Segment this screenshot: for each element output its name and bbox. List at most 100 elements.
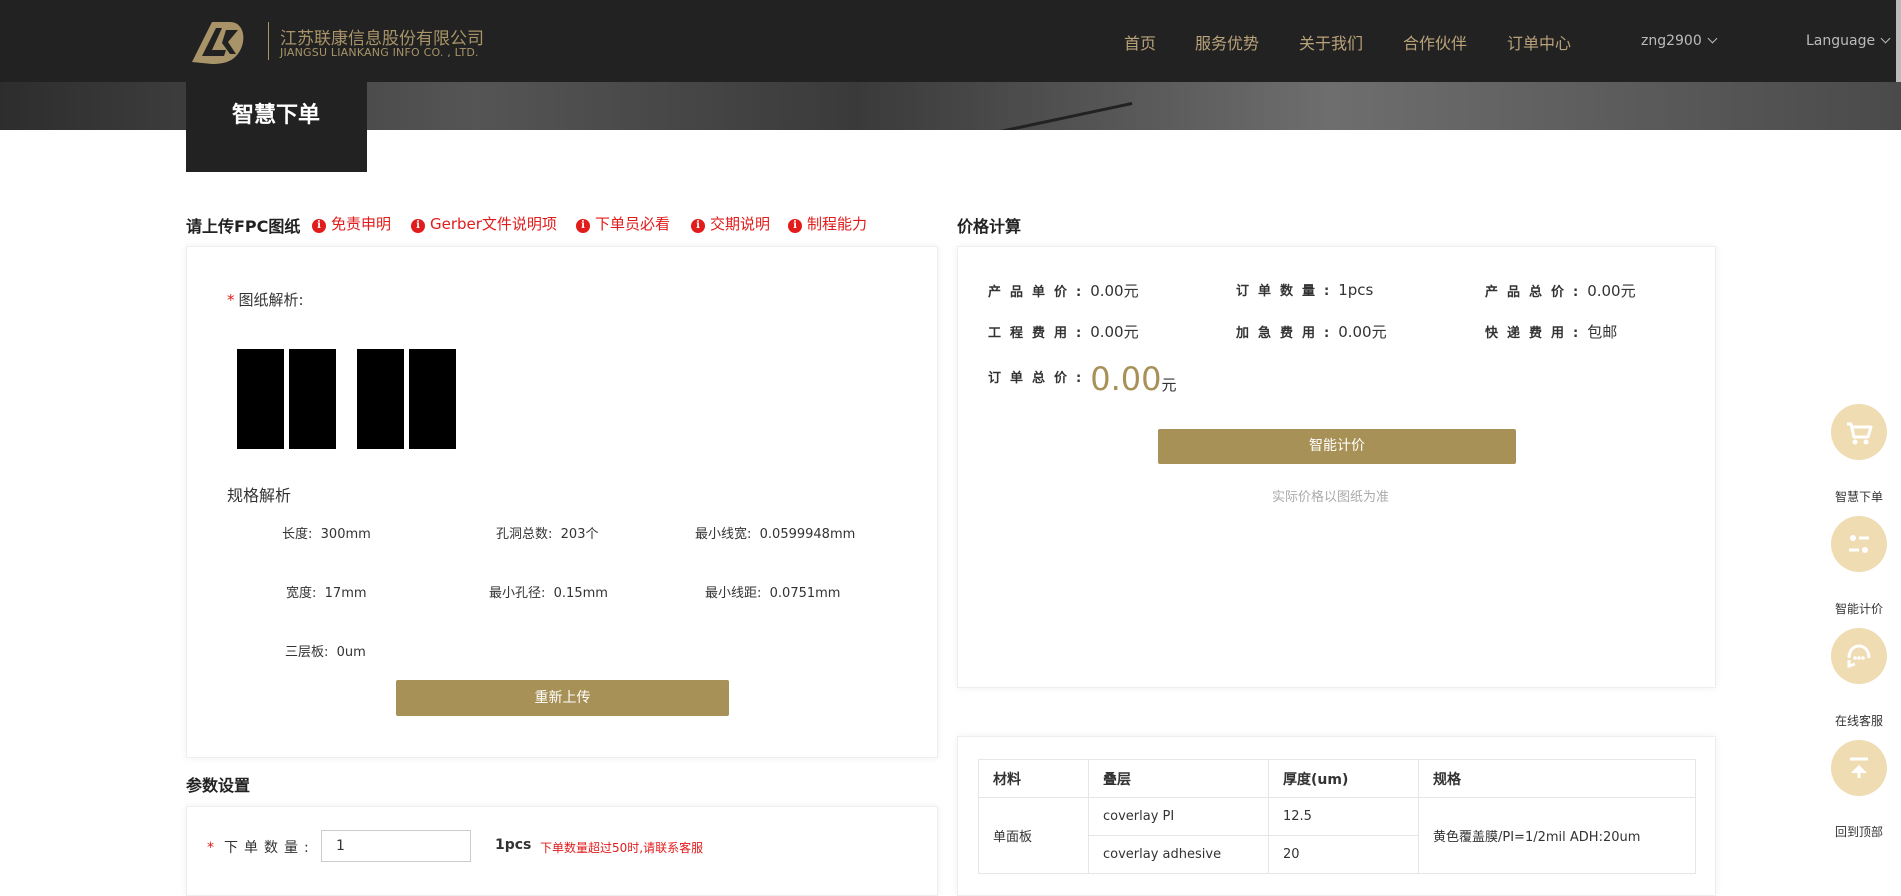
drawing-preview-layer[interactable] xyxy=(409,349,456,449)
smart-order-float-button[interactable] xyxy=(1831,404,1887,460)
spec-min-width: 最小线宽: 0.0599948mm xyxy=(695,523,855,542)
price-value: 0.00元 xyxy=(1090,323,1139,341)
price-key: 订单数量: xyxy=(1236,284,1339,299)
price-key: 订单总价: xyxy=(988,371,1091,386)
user-menu[interactable]: zng2900 xyxy=(1641,33,1718,49)
drawing-preview-layer[interactable] xyxy=(237,349,284,449)
qty-unit: 1pcs xyxy=(495,837,532,853)
link-capability[interactable]: i 制程能力 xyxy=(788,213,867,234)
link-gerber-guide[interactable]: i Gerber文件说明项 xyxy=(411,213,557,234)
language-label: Language xyxy=(1806,33,1876,49)
link-label: 制程能力 xyxy=(807,215,868,233)
nav-about[interactable]: 关于我们 xyxy=(1299,30,1363,54)
spec-key: 孔洞总数: xyxy=(496,527,553,542)
price-shipping: 快递费用:包邮 xyxy=(1485,321,1617,342)
price-value: 1pcs xyxy=(1338,281,1374,299)
material-card: 材料 叠层 厚度(um) 规格 单面板 coverlay PI 12.5 黄色覆… xyxy=(957,736,1716,896)
customer-service-float-label: 在线客服 xyxy=(1834,714,1883,728)
table-header-row: 材料 叠层 厚度(um) 规格 xyxy=(978,759,1696,798)
qty-label: * 下单数量: xyxy=(207,840,315,856)
price-count: 订单数量:1pcs xyxy=(1236,280,1373,299)
spec-key: 宽度: xyxy=(286,586,317,601)
price-card: 产品单价:0.00元 订单数量:1pcs 产品总价:0.00元 工程费用:0.0… xyxy=(957,246,1716,688)
table-cell-layer: coverlay PI xyxy=(1088,797,1269,836)
nav-home[interactable]: 首页 xyxy=(1124,30,1156,54)
price-unit: 产品单价:0.00元 xyxy=(988,280,1139,301)
price-total: 产品总价:0.00元 xyxy=(1485,280,1636,301)
nav-services[interactable]: 服务优势 xyxy=(1195,30,1259,54)
smart-pricing-button[interactable]: 智能计价 xyxy=(1158,429,1516,464)
banner-pen-decoration xyxy=(967,82,1133,130)
spec-value: 0.0751mm xyxy=(769,586,841,601)
link-delivery[interactable]: i 交期说明 xyxy=(691,213,770,234)
spec-value: 203个 xyxy=(560,527,599,542)
spec-key: 三层板: xyxy=(285,645,329,660)
price-key: 产品总价: xyxy=(1485,285,1588,300)
spec-length: 长度: 300mm xyxy=(282,523,371,542)
order-total-unit: 元 xyxy=(1161,376,1177,394)
company-name-en: JIANGSU LIANKANG INFO CO. , LTD. xyxy=(280,46,479,59)
drawing-preview-layer[interactable] xyxy=(289,349,336,449)
price-engineering: 工程费用:0.00元 xyxy=(988,321,1139,342)
smart-pricing-float-button[interactable] xyxy=(1831,516,1887,572)
qty-label-text: 下单数量: xyxy=(224,840,315,856)
reupload-button[interactable]: 重新上传 xyxy=(396,680,729,716)
back-to-top-label: 回到顶部 xyxy=(1834,825,1883,839)
spec-title: 规格解析 xyxy=(227,486,292,505)
chevron-down-icon xyxy=(1707,33,1718,44)
price-key: 加急费用: xyxy=(1236,326,1339,341)
quantity-input[interactable] xyxy=(321,830,471,862)
drawing-label-text: 图纸解析: xyxy=(238,291,304,309)
sliders-icon xyxy=(1849,535,1869,553)
table-cell-material: 单面板 xyxy=(978,797,1089,874)
nav-partners[interactable]: 合作伙伴 xyxy=(1403,30,1467,54)
top-navbar: 江苏联康信息股份有限公司 JIANGSU LIANKANG INFO CO. ,… xyxy=(0,0,1901,82)
link-label: Gerber文件说明项 xyxy=(430,215,557,233)
params-card: *下单数量: 1pcs 下单数量超过50时,请联系客服 xyxy=(186,806,938,896)
company-logo[interactable] xyxy=(186,16,250,68)
info-icon: i xyxy=(691,219,705,233)
spec-min-hole: 最小孔径: 0.15mm xyxy=(489,582,608,601)
price-key: 产品单价: xyxy=(988,285,1091,300)
customer-service-float-button[interactable] xyxy=(1831,628,1887,684)
upload-card: * 图纸解析: 规格解析 长度: 300mm 孔洞总数: 203个 最小线宽: 0… xyxy=(186,246,938,758)
chat-icon xyxy=(1847,644,1871,669)
price-value: 包邮 xyxy=(1587,323,1618,341)
drawing-label: * 图纸解析: xyxy=(227,291,304,309)
price-key: 快递费用: xyxy=(1485,326,1588,341)
price-value: 0.00元 xyxy=(1587,282,1636,300)
spec-value: 300mm xyxy=(320,527,371,542)
nav-orders[interactable]: 订单中心 xyxy=(1507,30,1571,54)
spec-key: 最小线距: xyxy=(705,586,762,601)
scrollbar[interactable] xyxy=(1896,0,1901,88)
spec-holes: 孔洞总数: 203个 xyxy=(496,523,598,542)
language-menu[interactable]: Language xyxy=(1806,33,1891,49)
link-order-must-read[interactable]: i 下单员必看 xyxy=(576,213,670,234)
price-value: 0.00元 xyxy=(1090,282,1139,300)
link-disclaimer[interactable]: i 免责申明 xyxy=(312,213,391,234)
arrow-up-icon xyxy=(1850,757,1868,778)
spec-value: 0.15mm xyxy=(553,586,608,601)
spec-value: 0um xyxy=(336,645,366,660)
logo-divider xyxy=(268,22,269,60)
price-key: 工程费用: xyxy=(988,326,1091,341)
spec-layers: 三层板: 0um xyxy=(285,641,366,660)
spec-width: 宽度: 17mm xyxy=(286,582,367,601)
spec-min-spacing: 最小线距: 0.0751mm xyxy=(705,582,840,601)
table-header: 厚度(um) xyxy=(1268,759,1419,798)
material-table: 材料 叠层 厚度(um) 规格 单面板 coverlay PI 12.5 黄色覆… xyxy=(978,759,1696,874)
table-row: 单面板 coverlay PI 12.5 黄色覆盖膜/PI=1/2mil ADH… xyxy=(978,797,1696,874)
drawing-preview-layer[interactable] xyxy=(357,349,404,449)
qty-warning: 下单数量超过50时,请联系客服 xyxy=(540,841,704,855)
table-header: 叠层 xyxy=(1088,759,1269,798)
price-title: 价格计算 xyxy=(957,217,1022,236)
price-note: 实际价格以图纸为准 xyxy=(1272,490,1390,505)
price-value: 0.00元 xyxy=(1338,323,1387,341)
table-header: 规格 xyxy=(1418,759,1696,798)
spec-key: 最小孔径: xyxy=(489,586,546,601)
table-cell-thickness: 12.5 xyxy=(1268,797,1419,836)
back-to-top-button[interactable] xyxy=(1831,740,1887,796)
spec-key: 最小线宽: xyxy=(695,527,752,542)
upload-title: 请上传FPC图纸 xyxy=(186,217,301,236)
table-header: 材料 xyxy=(978,759,1089,798)
